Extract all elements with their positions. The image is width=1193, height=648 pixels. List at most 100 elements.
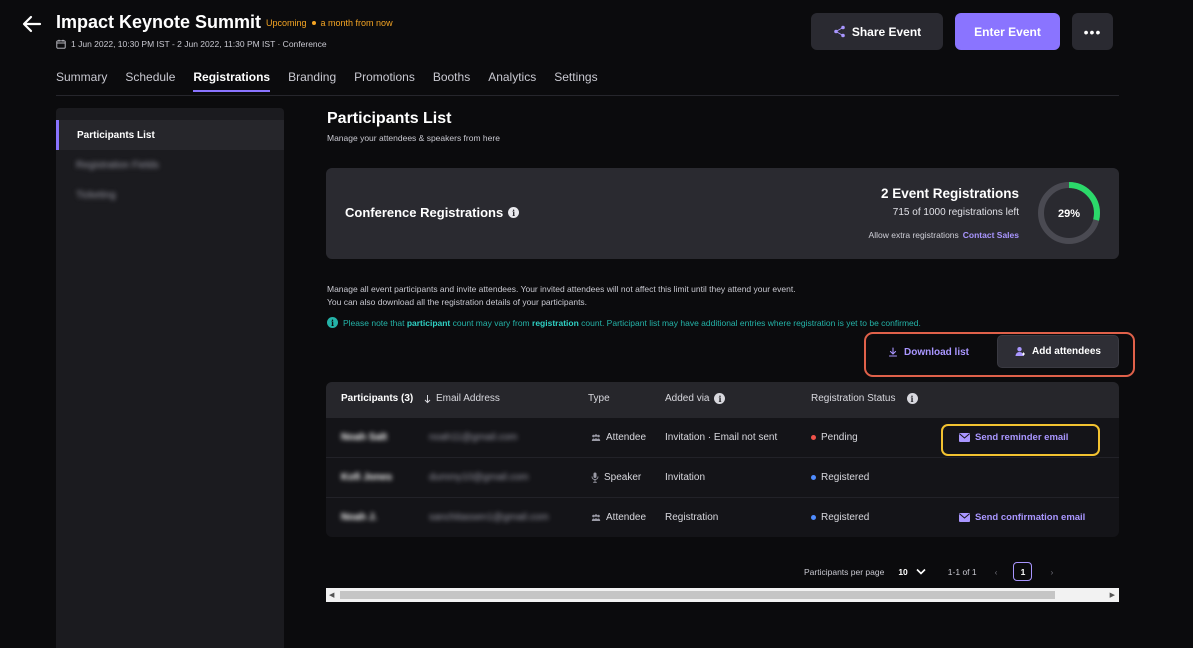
- status-info-icon[interactable]: i: [906, 393, 918, 404]
- relative-time: a month from now: [320, 18, 393, 28]
- tab-schedule[interactable]: Schedule: [125, 70, 175, 92]
- added-via: Invitation · Email not sent: [665, 432, 778, 443]
- note-participant: participant: [406, 317, 451, 328]
- status-badge: Upcoming: [266, 18, 307, 28]
- usage-percent: 29%: [1058, 208, 1080, 220]
- scroll-left-icon[interactable]: ◀: [329, 591, 334, 599]
- registration-status: Registered: [811, 512, 869, 523]
- sort-arrow-icon[interactable]: [424, 394, 431, 404]
- registration-status-label: Pending: [821, 432, 858, 443]
- page-title: Participants List: [327, 110, 452, 127]
- status-dot-pending: [811, 435, 816, 440]
- added-via: Registration: [665, 512, 719, 523]
- registrations-left: 715 of 1000 registrations left: [892, 207, 1019, 218]
- per-page-label: Participants per page: [804, 566, 885, 577]
- nav-tabs: Summary Schedule Registrations Branding …: [56, 70, 616, 92]
- pagination: Participants per page 10 1-1 of 1 ‹ 1 ›: [804, 562, 1053, 581]
- tab-summary[interactable]: Summary: [56, 70, 107, 92]
- note-mid: count may vary from: [452, 317, 530, 328]
- card-title: Conference Registrations i: [345, 205, 520, 220]
- participant-type-label: Attendee: [606, 512, 647, 523]
- card-title-text: Conference Registrations: [345, 205, 504, 220]
- sidebar-item-participants-list[interactable]: Participants List: [56, 120, 284, 150]
- header-divider: [56, 95, 1119, 96]
- status-dot-registered: [811, 515, 816, 520]
- more-options-button[interactable]: •••: [1072, 13, 1113, 50]
- event-title: Impact Keynote Summit: [56, 12, 262, 32]
- add-user-icon: [1015, 347, 1026, 356]
- participant-type-label: Attendee: [606, 432, 647, 443]
- note-text: Please note that participant count may v…: [343, 318, 921, 328]
- col-added-via-label: Added via: [665, 393, 710, 404]
- participant-name: Noah Salt: [341, 432, 388, 443]
- col-added-via: Added via i: [665, 393, 726, 404]
- col-status-label: Registration Status: [811, 393, 896, 404]
- share-event-button[interactable]: Share Event: [811, 13, 943, 50]
- prev-page-icon[interactable]: ‹: [995, 567, 998, 577]
- chevron-down-icon[interactable]: [916, 568, 926, 575]
- registration-status: Pending: [811, 432, 858, 443]
- col-email[interactable]: Email Address: [424, 393, 500, 404]
- speaker-mic-icon: [591, 472, 599, 483]
- note-registration: registration: [532, 317, 579, 328]
- tab-registrations[interactable]: Registrations: [193, 70, 271, 92]
- reminder-highlight: [941, 424, 1100, 456]
- add-attendees-button[interactable]: Add attendees: [997, 335, 1119, 368]
- registration-status: Registered: [811, 472, 869, 483]
- participant-name: Kofi Jones: [341, 472, 393, 483]
- participant-email: dummy10@gmail.com: [429, 472, 529, 483]
- download-list-button[interactable]: Download list: [871, 338, 986, 366]
- per-page-select[interactable]: 10: [898, 567, 907, 577]
- status-dot-registered: [811, 475, 816, 480]
- participant-type: Speaker: [591, 472, 641, 483]
- tab-settings[interactable]: Settings: [554, 70, 597, 92]
- participant-email: noah11@gmail.com: [429, 432, 518, 443]
- extra-registrations: Allow extra registrations Contact Sales: [780, 230, 1019, 240]
- sidebar: Participants List Registration Fields Ti…: [56, 108, 284, 648]
- added-via: Invitation: [665, 472, 706, 483]
- mail-icon: [959, 513, 970, 522]
- info-icon[interactable]: i: [508, 207, 520, 218]
- participants-table: Participants (3) Email Address Type Adde…: [326, 382, 1119, 537]
- share-event-label: Share Event: [851, 24, 922, 39]
- event-date: 1 Jun 2022, 10:30 PM IST - 2 Jun 2022, 1…: [56, 39, 327, 49]
- send-confirmation-email-label: Send confirmation email: [975, 512, 1086, 523]
- table-header: Participants (3) Email Address Type Adde…: [326, 382, 1119, 418]
- participant-email: sanchitassen1@gmail.com: [429, 512, 549, 523]
- tab-analytics[interactable]: Analytics: [488, 70, 536, 92]
- registration-status-label: Registered: [821, 512, 870, 523]
- participant-type-label: Speaker: [604, 472, 642, 483]
- attendee-icon: [591, 513, 601, 521]
- event-status: Upcoming a month from now: [266, 18, 393, 28]
- sidebar-item-ticketing[interactable]: Ticketing: [56, 180, 284, 210]
- table-row: Kofi Jones dummy10@gmail.com Speaker Inv…: [326, 458, 1119, 498]
- sidebar-item-registration-fields[interactable]: Registration Fields: [56, 150, 284, 180]
- next-page-icon[interactable]: ›: [1050, 567, 1053, 577]
- page-range: 1-1 of 1: [947, 566, 977, 577]
- send-confirmation-email-button[interactable]: Send confirmation email: [959, 512, 1085, 523]
- tab-branding[interactable]: Branding: [288, 70, 336, 92]
- enter-event-button[interactable]: Enter Event: [955, 13, 1060, 50]
- download-icon: [888, 347, 898, 357]
- page-subtitle: Manage your attendees & speakers from he…: [327, 133, 500, 143]
- col-type-label: Type: [588, 393, 610, 404]
- participant-name: Noah J.: [341, 512, 378, 523]
- horizontal-scrollbar[interactable]: ◀ ▶: [326, 588, 1119, 602]
- col-email-label: Email Address: [436, 393, 500, 404]
- participant-type: Attendee: [591, 512, 646, 523]
- back-arrow-icon[interactable]: [20, 12, 44, 36]
- contact-sales-link[interactable]: Contact Sales: [963, 230, 1019, 240]
- note-post: count. Participant list may have additio…: [581, 317, 921, 328]
- added-via-info-icon[interactable]: i: [714, 393, 726, 404]
- col-participants: Participants (3): [341, 393, 413, 404]
- info-note: i Please note that participant count may…: [327, 317, 921, 328]
- scroll-right-icon[interactable]: ▶: [1110, 591, 1115, 599]
- tab-booths[interactable]: Booths: [433, 70, 470, 92]
- participant-type: Attendee: [591, 432, 646, 443]
- extra-registrations-text: Allow extra registrations: [868, 230, 959, 240]
- scrollbar-thumb[interactable]: [340, 591, 1055, 599]
- tab-promotions[interactable]: Promotions: [354, 70, 415, 92]
- add-attendees-label: Add attendees: [1032, 346, 1101, 357]
- usage-donut: 29%: [1038, 182, 1100, 244]
- page-number-button[interactable]: 1: [1013, 562, 1033, 581]
